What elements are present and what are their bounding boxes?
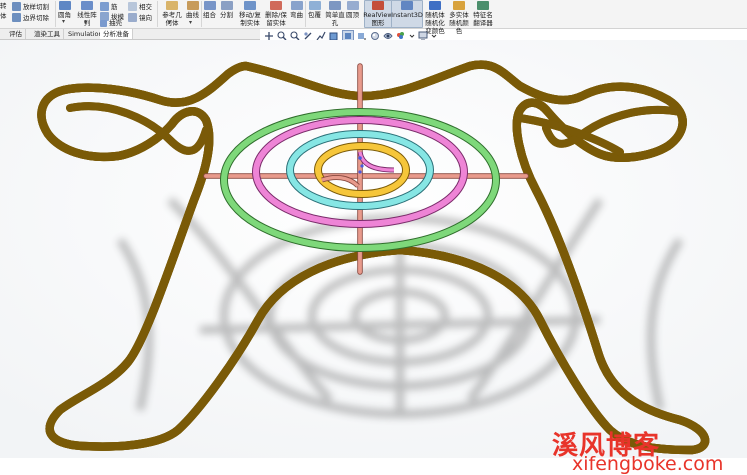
reference-geometry-icon: [166, 1, 178, 10]
reference-geometry-button[interactable]: 参考几 何体: [160, 1, 184, 27]
scene-dropdown-icon[interactable]: [409, 31, 415, 41]
command-ribbon: 转 体 放样切割 边界切除 圆角 ▾ 线性阵 列 ▾ 筋 拔模 相交 抽壳 镜向: [0, 0, 747, 35]
instant3d-icon: [401, 1, 413, 10]
split-button[interactable]: 分割: [220, 1, 233, 19]
split-icon: [220, 1, 233, 10]
tab-render-tools[interactable]: 渲染工具: [31, 29, 64, 39]
zoom-to-fit-icon[interactable]: [264, 31, 274, 41]
watermark-url: xifengboke.com: [572, 453, 724, 475]
dome-label: 圆顶: [346, 11, 359, 19]
view-settings-icon[interactable]: [396, 31, 406, 41]
random-color-icon: [429, 1, 441, 10]
intersect-icon: [128, 2, 137, 11]
instant3d-toggle[interactable]: Instant3D: [391, 0, 423, 28]
monitor-dropdown-icon[interactable]: [431, 31, 437, 41]
ribbon-separator: [201, 1, 202, 27]
edit-appearance-icon[interactable]: [370, 31, 380, 41]
fillet-dropdown-icon[interactable]: ▾: [62, 18, 65, 25]
simple-hole-icon: [329, 1, 341, 10]
rib-icon: [100, 2, 109, 11]
boundary-cut-label: 边界切除: [23, 13, 49, 22]
zoom-area-icon[interactable]: [277, 30, 287, 41]
combine-label: 组合: [203, 11, 216, 19]
realview-label: RealView 图形: [363, 11, 393, 27]
multi-body-color-icon: [453, 1, 465, 10]
shell-label: 抽壳: [109, 19, 122, 27]
rib-label: 筋: [111, 2, 118, 11]
clipped-left-item-2[interactable]: 体: [0, 12, 7, 20]
curves-button[interactable]: 曲线: [186, 1, 199, 19]
simple-hole-button[interactable]: 简单直 孔: [324, 1, 346, 27]
apply-scene-icon[interactable]: [383, 31, 393, 41]
mirror-button[interactable]: 镜向: [128, 13, 152, 22]
dynamic-annotation-icon[interactable]: [316, 31, 326, 41]
tab-analysis-prep[interactable]: 分析准备: [100, 29, 133, 39]
wrap-button[interactable]: 包覆: [308, 1, 321, 19]
delete-keep-icon: [270, 1, 282, 10]
wrap-icon: [308, 1, 321, 10]
tab-evaluate[interactable]: 评估: [6, 29, 26, 39]
shell-icon: [100, 19, 107, 27]
ribbon-separator: [55, 1, 56, 27]
delete-keep-label: 删除/保 留实体: [265, 11, 287, 27]
delete-keep-body-button[interactable]: 删除/保 留实体: [264, 1, 288, 27]
dome-button[interactable]: 圆顶: [346, 1, 359, 19]
curves-icon: [186, 1, 199, 10]
flex-button[interactable]: 弯曲: [290, 1, 303, 19]
realview-graphics-toggle[interactable]: RealView 图形: [363, 0, 393, 28]
boundary-cut-button[interactable]: 边界切除: [12, 13, 49, 22]
feature-name-translator-button[interactable]: 特征名 翻译器: [472, 1, 494, 27]
mirror-icon: [128, 13, 137, 22]
move-copy-icon: [244, 1, 256, 10]
monitor-icon[interactable]: [418, 31, 428, 41]
lofted-cut-icon: [12, 2, 21, 11]
lofted-cut-button[interactable]: 放样切割: [12, 2, 49, 11]
curves-dropdown-icon[interactable]: ▾: [189, 19, 192, 26]
rib-button[interactable]: 筋: [100, 2, 118, 11]
shell-button[interactable]: 抽壳: [100, 19, 122, 27]
wrap-label: 包覆: [308, 11, 321, 19]
fillet-icon: [58, 1, 71, 10]
previous-view-icon[interactable]: [290, 30, 300, 41]
instant3d-label: Instant3D: [391, 11, 423, 19]
multi-body-color-button[interactable]: 多实体 随机颜 色: [448, 1, 470, 35]
ref-geometry-dropdown-icon[interactable]: ▾: [168, 19, 171, 26]
flex-label: 弯曲: [290, 11, 303, 19]
dome-icon: [346, 1, 359, 10]
model-render: [0, 40, 747, 458]
intersect-button[interactable]: 相交: [128, 2, 152, 11]
ribbon-separator: [157, 1, 158, 27]
intersect-label: 相交: [139, 2, 152, 11]
combine-button[interactable]: 组合: [203, 1, 216, 19]
pattern-dropdown-icon[interactable]: ▾: [84, 19, 87, 26]
graphics-viewport[interactable]: 溪风博客 xifengboke.com: [0, 40, 747, 475]
feature-name-translator-icon: [477, 1, 489, 10]
flex-icon: [290, 1, 303, 10]
move-copy-body-button[interactable]: 移动/复 制实体: [238, 1, 262, 27]
fillet-button[interactable]: 圆角: [58, 1, 71, 19]
reference-geometry-label: 参考几 何体: [162, 11, 182, 27]
boundary-cut-icon: [12, 13, 21, 22]
realview-icon: [372, 1, 384, 10]
curves-label: 曲线: [186, 11, 199, 19]
multi-body-color-label: 多实体 随机颜 色: [449, 11, 469, 35]
section-view-icon[interactable]: [303, 31, 313, 41]
mirror-label: 镜向: [139, 13, 152, 22]
hide-show-icon[interactable]: [357, 31, 367, 41]
move-copy-label: 移动/复 制实体: [239, 11, 261, 27]
feature-name-translator-label: 特征名 翻译器: [473, 11, 493, 27]
split-label: 分割: [220, 11, 233, 19]
linear-pattern-icon: [81, 1, 93, 10]
clipped-left-item[interactable]: 转: [0, 2, 7, 10]
command-manager-tabs: 评估 渲染工具 Simulation 分析准备: [0, 29, 260, 40]
view-orientation-icon[interactable]: [329, 31, 339, 41]
lofted-cut-label: 放样切割: [23, 2, 49, 11]
simple-hole-label: 简单直 孔: [325, 11, 345, 27]
clipped-left-label-2: 体: [0, 12, 7, 20]
combine-icon: [203, 1, 216, 10]
clipped-left-label: 转: [0, 2, 7, 10]
ribbon-separator: [305, 1, 306, 27]
